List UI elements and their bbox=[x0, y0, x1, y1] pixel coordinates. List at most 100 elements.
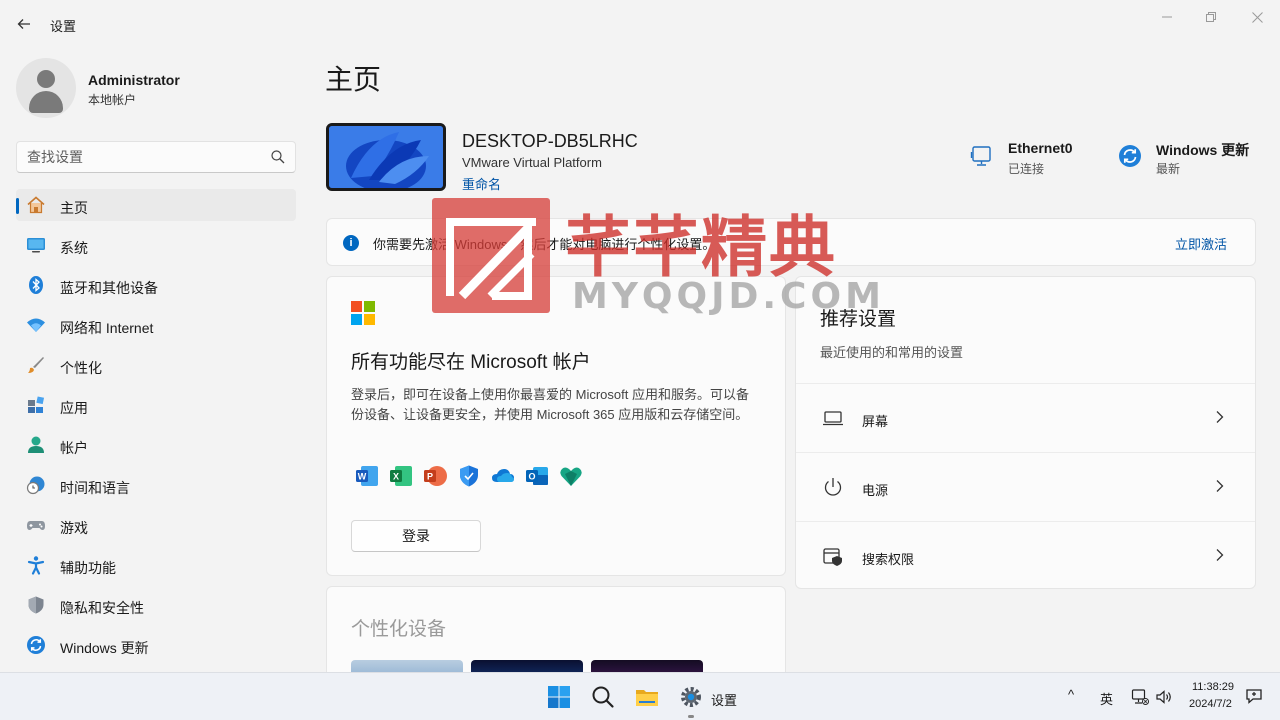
svg-text:X: X bbox=[393, 472, 399, 482]
tray-overflow-button[interactable]: ^ bbox=[1068, 687, 1074, 702]
settings-gear-icon[interactable] bbox=[679, 685, 703, 709]
avatar[interactable] bbox=[16, 58, 76, 118]
personalize-card: 个性化设备 bbox=[326, 586, 786, 686]
person-icon bbox=[28, 436, 44, 453]
nav-list: 主页 系统 蓝牙和其他设备 网络和 Internet 个性化 应用 帐户 时间和… bbox=[16, 189, 296, 669]
windows-bloom-wallpaper bbox=[329, 126, 443, 188]
restore-icon bbox=[1206, 12, 1216, 22]
excel-icon: X bbox=[390, 466, 412, 486]
nav-item-time-language[interactable]: 时间和语言 bbox=[16, 469, 296, 501]
clock-time[interactable]: 11:38:29 bbox=[1192, 681, 1234, 693]
card-title: 所有功能尽在 Microsoft 帐户 bbox=[351, 352, 591, 373]
onedrive-icon bbox=[492, 469, 514, 482]
restore-button[interactable] bbox=[1188, 6, 1234, 28]
search-input[interactable] bbox=[17, 142, 257, 172]
window-title: 设置 bbox=[50, 19, 77, 34]
update-status-title[interactable]: Windows 更新 bbox=[1156, 140, 1249, 160]
activation-message: 你需要先激活 Windows，然后才能对电脑进行个性化设置。 bbox=[373, 237, 716, 252]
recommended-subtitle: 最近使用的和常用的设置 bbox=[820, 345, 964, 360]
chevron-right-icon bbox=[1216, 549, 1224, 561]
user-account-type: 本地帐户 bbox=[88, 93, 137, 107]
update-icon bbox=[27, 636, 45, 654]
search-icon[interactable] bbox=[591, 685, 615, 709]
device-model: VMware Virtual Platform bbox=[462, 155, 602, 170]
rename-link[interactable]: 重命名 bbox=[462, 174, 501, 193]
device-thumbnail bbox=[326, 123, 446, 191]
nav-label: 隐私和安全性 bbox=[60, 600, 144, 616]
nav-item-system[interactable]: 系统 bbox=[16, 229, 296, 261]
nav-label: 网络和 Internet bbox=[60, 320, 154, 336]
nav-item-bluetooth[interactable]: 蓝牙和其他设备 bbox=[16, 269, 296, 301]
minimize-icon bbox=[1162, 16, 1172, 18]
device-name: DESKTOP-DB5LRHC bbox=[462, 131, 638, 151]
close-icon bbox=[1251, 11, 1263, 23]
nav-item-accessibility[interactable]: 辅助功能 bbox=[16, 549, 296, 581]
update-status-subtitle: 最新 bbox=[1156, 162, 1181, 176]
home-icon bbox=[27, 196, 45, 214]
recommended-item-label: 屏幕 bbox=[862, 414, 889, 429]
minimize-button[interactable] bbox=[1144, 6, 1190, 28]
start-icon[interactable] bbox=[547, 685, 571, 709]
bluetooth-icon bbox=[29, 276, 43, 294]
active-app-indicator bbox=[688, 715, 694, 718]
volume-icon[interactable] bbox=[1155, 688, 1173, 706]
activation-banner: i 你需要先激活 Windows，然后才能对电脑进行个性化设置。 立即激活 bbox=[326, 218, 1256, 266]
word-icon: W bbox=[356, 466, 378, 486]
nav-item-home[interactable]: 主页 bbox=[16, 189, 296, 221]
laptop-icon bbox=[823, 411, 843, 426]
close-button[interactable] bbox=[1234, 6, 1280, 28]
notification-icon[interactable] bbox=[1245, 687, 1263, 705]
nav-label: 系统 bbox=[60, 240, 88, 256]
info-icon: i bbox=[343, 235, 359, 251]
nav-item-personalization[interactable]: 个性化 bbox=[16, 349, 296, 381]
accessibility-icon bbox=[27, 556, 45, 575]
nav-label: 辅助功能 bbox=[60, 560, 116, 576]
nav-label: Windows 更新 bbox=[60, 640, 149, 656]
svg-text:O: O bbox=[528, 472, 535, 482]
powerpoint-icon: P bbox=[424, 466, 447, 486]
nav-item-windows-update[interactable]: Windows 更新 bbox=[16, 629, 296, 661]
personalize-title: 个性化设备 bbox=[351, 619, 447, 640]
activate-now-link[interactable]: 立即激活 bbox=[1175, 234, 1227, 253]
defender-icon bbox=[460, 465, 478, 487]
taskbar-active-label[interactable]: 设置 bbox=[711, 690, 737, 709]
clock-date[interactable]: 2024/7/2 bbox=[1189, 698, 1232, 710]
svg-text:P: P bbox=[427, 472, 433, 482]
file-explorer-icon[interactable] bbox=[635, 685, 659, 709]
search-icon[interactable] bbox=[271, 150, 285, 164]
recommended-title: 推荐设置 bbox=[820, 309, 897, 330]
sidebar: Administrator 本地帐户 主页 系统 蓝牙和其他设备 网络和 Int… bbox=[0, 48, 310, 672]
recommended-item-power[interactable]: 电源 bbox=[796, 452, 1255, 521]
family-safety-icon bbox=[560, 467, 582, 486]
recommended-item-label: 电源 bbox=[862, 483, 889, 498]
nav-item-privacy[interactable]: 隐私和安全性 bbox=[16, 589, 296, 621]
recommended-settings-card: 推荐设置 最近使用的和常用的设置 屏幕 电源 搜索权限 bbox=[795, 276, 1256, 589]
search-permission-icon bbox=[823, 548, 842, 566]
network-icon[interactable] bbox=[1131, 688, 1149, 706]
nav-item-accounts[interactable]: 帐户 bbox=[16, 429, 296, 461]
nav-item-gaming[interactable]: 游戏 bbox=[16, 509, 296, 541]
apps-icon bbox=[28, 396, 45, 413]
nav-label: 时间和语言 bbox=[60, 480, 130, 496]
wifi-icon bbox=[27, 318, 45, 332]
back-button[interactable] bbox=[10, 10, 38, 38]
recommended-item-display[interactable]: 屏幕 bbox=[796, 383, 1255, 452]
brush-icon bbox=[28, 357, 44, 373]
sign-in-button[interactable]: 登录 bbox=[351, 520, 481, 552]
nav-label: 游戏 bbox=[60, 520, 88, 536]
update-status-icon bbox=[1119, 145, 1141, 167]
outlook-icon: O bbox=[526, 467, 548, 485]
nav-item-apps[interactable]: 应用 bbox=[16, 389, 296, 421]
network-status-title[interactable]: Ethernet0 bbox=[1008, 140, 1073, 156]
power-icon bbox=[824, 478, 842, 496]
svg-text:W: W bbox=[358, 472, 367, 482]
shield-icon bbox=[28, 596, 44, 614]
nav-item-network[interactable]: 网络和 Internet bbox=[16, 309, 296, 341]
recommended-item-search-permissions[interactable]: 搜索权限 bbox=[796, 521, 1255, 590]
nav-label: 蓝牙和其他设备 bbox=[60, 280, 158, 296]
recommended-item-label: 搜索权限 bbox=[862, 552, 915, 567]
ime-indicator[interactable]: 英 bbox=[1100, 689, 1113, 708]
clock-globe-icon bbox=[26, 476, 45, 495]
app-icon-row: W X P O bbox=[355, 464, 583, 488]
monitor-icon bbox=[27, 238, 45, 253]
